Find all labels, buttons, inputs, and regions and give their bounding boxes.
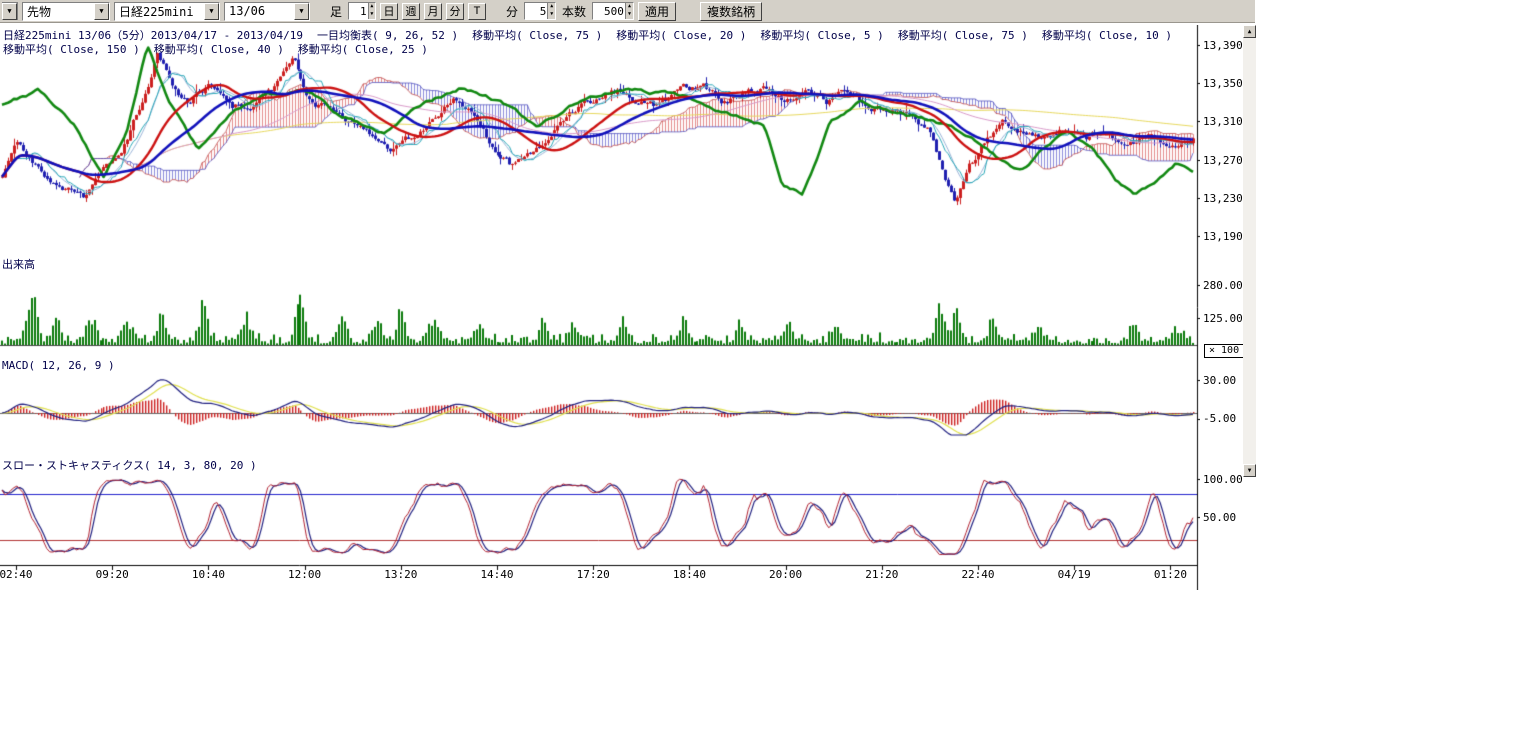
scroll-down-button[interactable]: ▼ xyxy=(1243,464,1256,477)
x-axis-label: 02:40 xyxy=(0,568,33,581)
volume-pane-label: 出来高 xyxy=(2,256,35,272)
symbol-select-value: 日経225mini xyxy=(119,3,194,20)
period-minute-button[interactable]: 分 xyxy=(446,3,464,20)
corner-dropdown[interactable]: ▼ xyxy=(2,2,18,20)
x-axis-label: 22:40 xyxy=(961,568,994,581)
x-axis-label: 17:20 xyxy=(577,568,610,581)
market-select[interactable]: 先物 ▼ xyxy=(22,2,110,21)
x-axis-label: 10:40 xyxy=(192,568,225,581)
contract-select-value: 13/06 xyxy=(229,4,265,18)
app-window: ▼ 先物 ▼ 日経225mini ▼ 13/06 ▼ 足 ▲▼ 日 週 月 分 … xyxy=(0,0,1536,734)
market-select-value: 先物 xyxy=(27,3,51,20)
stoch-axis-label: 50.00 xyxy=(1203,511,1251,524)
triangle-up-icon: ▲ xyxy=(1248,28,1252,35)
x-axis-label: 14:40 xyxy=(480,568,513,581)
period-week-button[interactable]: 週 xyxy=(402,3,420,20)
chevron-down-icon: ▼ xyxy=(94,3,109,20)
x-axis-label: 20:00 xyxy=(769,568,802,581)
x-axis-label: 13:20 xyxy=(384,568,417,581)
x-axis-label: 01:20 xyxy=(1154,568,1187,581)
spinner-arrows-icon[interactable]: ▲▼ xyxy=(625,3,633,19)
toolbar: ▼ 先物 ▼ 日経225mini ▼ 13/06 ▼ 足 ▲▼ 日 週 月 分 … xyxy=(0,0,1255,23)
spinner-arrows-icon[interactable]: ▲▼ xyxy=(368,3,375,19)
chart-canvas[interactable] xyxy=(0,25,1200,590)
x-axis-label: 09:20 xyxy=(96,568,129,581)
chevron-down-icon: ▼ xyxy=(294,3,309,20)
scroll-up-button[interactable]: ▲ xyxy=(1243,25,1256,38)
minute-label: 分 xyxy=(504,3,520,20)
period-tick-button[interactable]: T xyxy=(468,3,486,20)
bar-type-label: 足 xyxy=(328,3,344,20)
bar-count-input[interactable] xyxy=(349,3,368,19)
triangle-down-icon: ▼ xyxy=(1248,467,1252,474)
spinner-arrows-icon[interactable]: ▲▼ xyxy=(547,3,555,19)
x-axis-label: 21:20 xyxy=(865,568,898,581)
chevron-down-icon: ▼ xyxy=(2,3,17,20)
minute-input[interactable] xyxy=(525,3,547,19)
macd-pane-label: MACD( 12, 26, 9 ) xyxy=(2,359,115,372)
period-month-button[interactable]: 月 xyxy=(424,3,442,20)
apply-button[interactable]: 適用 xyxy=(638,2,676,21)
bars-count-label: 本数 xyxy=(560,3,588,20)
chevron-down-icon: ▼ xyxy=(204,3,219,20)
x-axis-label: 18:40 xyxy=(673,568,706,581)
stochastics-pane-label: スロー・ストキャスティクス( 14, 3, 80, 20 ) xyxy=(2,457,257,473)
vertical-scrollbar[interactable] xyxy=(1243,25,1256,477)
bars-count-stepper[interactable]: ▲▼ xyxy=(592,2,634,20)
symbol-select[interactable]: 日経225mini ▼ xyxy=(114,2,220,21)
multi-symbol-button[interactable]: 複数銘柄 xyxy=(700,2,762,21)
minute-stepper[interactable]: ▲▼ xyxy=(524,2,556,20)
period-day-button[interactable]: 日 xyxy=(380,3,398,20)
x-axis-label: 12:00 xyxy=(288,568,321,581)
volume-multiplier-badge: × 100 xyxy=(1204,344,1244,358)
contract-select[interactable]: 13/06 ▼ xyxy=(224,2,310,21)
bar-count-stepper[interactable]: ▲▼ xyxy=(348,2,376,20)
x-axis-label: 04/19 xyxy=(1058,568,1091,581)
bars-count-input[interactable] xyxy=(593,3,625,19)
